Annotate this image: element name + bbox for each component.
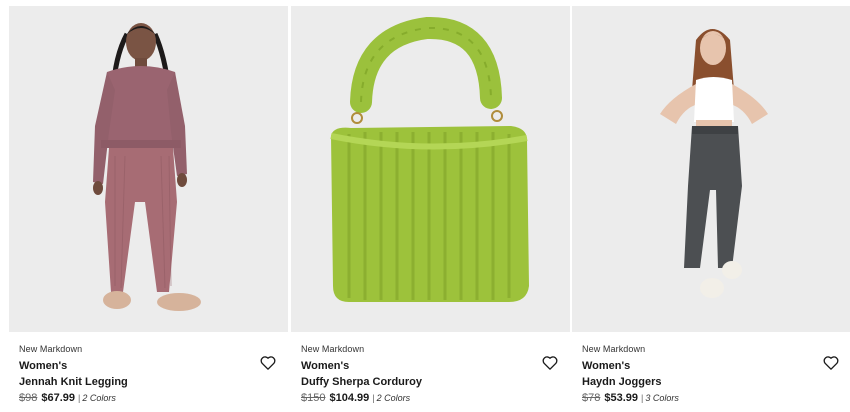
product-card[interactable]: New Markdown Women's Jennah Knit Legging…	[9, 6, 288, 412]
price-row: $98 $67.99 | 2 Colors	[19, 392, 288, 405]
product-name[interactable]: Haydn Joggers	[582, 376, 850, 389]
markdown-badge: New Markdown	[19, 344, 83, 354]
product-card[interactable]: New Markdown Women's Haydn Joggers $78 $5…	[572, 6, 850, 412]
price-separator: |	[78, 393, 81, 403]
price-separator: |	[372, 393, 375, 403]
product-card[interactable]: New Markdown Women's Duffy Sherpa Cordur…	[291, 6, 570, 412]
product-info: New Markdown Women's Haydn Joggers $78 $5…	[572, 332, 850, 412]
sale-price: $104.99	[329, 392, 370, 404]
markdown-badge: New Markdown	[301, 344, 365, 354]
price-row: $150 $104.99 | 2 Colors	[301, 392, 570, 405]
bag-illustration	[330, 16, 529, 302]
product-gender: Women's	[19, 360, 68, 372]
product-gender: Women's	[582, 360, 631, 372]
product-image[interactable]	[291, 6, 570, 332]
original-price: $98	[19, 392, 38, 404]
product-info: New Markdown Women's Duffy Sherpa Cordur…	[291, 332, 570, 412]
heart-icon[interactable]	[823, 355, 839, 370]
product-name[interactable]: Jennah Knit Legging	[19, 376, 288, 389]
color-count[interactable]: 3 Colors	[645, 393, 679, 403]
sale-price: $67.99	[41, 392, 76, 404]
color-count[interactable]: 2 Colors	[82, 393, 116, 403]
product-info: New Markdown Women's Jennah Knit Legging…	[9, 332, 288, 412]
product-image[interactable]	[572, 6, 850, 332]
heart-icon[interactable]	[542, 355, 558, 370]
jogger-model-illustration	[660, 29, 768, 298]
product-gender: Women's	[301, 360, 350, 372]
product-image[interactable]	[9, 6, 288, 332]
markdown-badge: New Markdown	[582, 344, 646, 354]
original-price: $78	[582, 392, 601, 404]
color-count[interactable]: 2 Colors	[377, 393, 411, 403]
price-row: $78 $53.99 | 3 Colors	[582, 392, 850, 405]
heart-icon[interactable]	[260, 355, 276, 370]
original-price: $150	[301, 392, 326, 404]
legging-model-illustration	[93, 23, 201, 311]
price-separator: |	[641, 393, 644, 403]
product-name[interactable]: Duffy Sherpa Corduroy	[301, 376, 570, 389]
product-grid: New Markdown Women's Jennah Knit Legging…	[0, 0, 850, 412]
sale-price: $53.99	[604, 392, 639, 404]
